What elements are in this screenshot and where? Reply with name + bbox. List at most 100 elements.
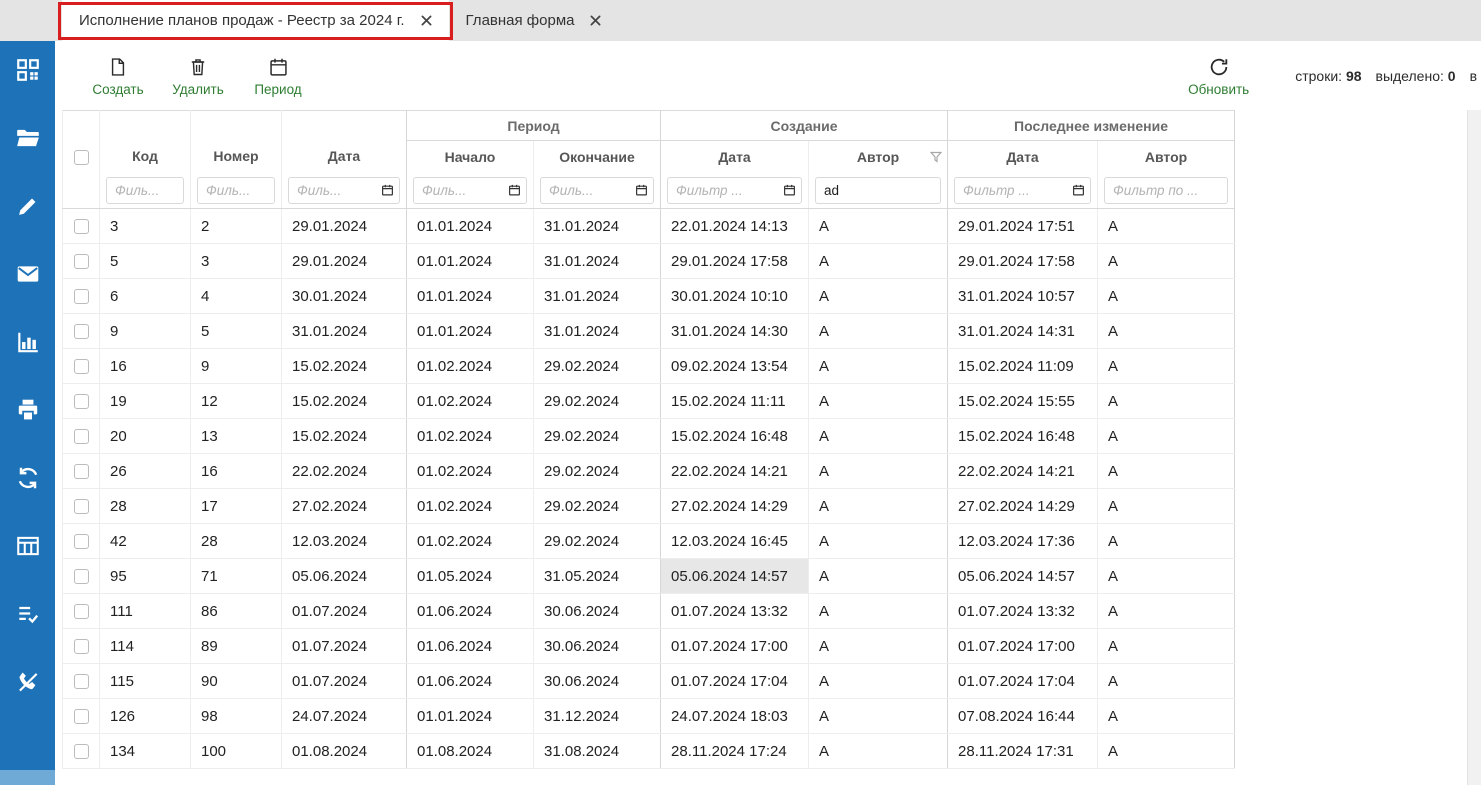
table-cell[interactable]: 29.01.2024 17:51 [948, 209, 1098, 244]
filter-input[interactable] [106, 177, 184, 204]
select-all-checkbox[interactable] [74, 150, 89, 165]
folder-icon[interactable] [15, 125, 41, 151]
table-cell[interactable]: 30.01.2024 10:10 [661, 279, 809, 314]
table-cell[interactable]: 01.07.2024 17:04 [948, 664, 1098, 699]
table-cell[interactable]: 5 [191, 314, 282, 349]
table-row[interactable]: 1159001.07.202401.06.202430.06.202401.07… [63, 664, 1235, 699]
column-header-changed-date[interactable]: Дата [948, 141, 1098, 173]
table-cell[interactable]: 05.06.2024 [282, 559, 407, 594]
table-cell[interactable]: 134 [100, 734, 191, 769]
table-icon[interactable] [15, 533, 41, 559]
table-cell[interactable]: 30.06.2024 [534, 629, 661, 664]
table-cell[interactable]: 12.03.2024 17:36 [948, 524, 1098, 559]
filter-input[interactable] [667, 177, 802, 204]
table-cell[interactable]: 31.01.2024 [534, 209, 661, 244]
table-cell[interactable]: 28.11.2024 17:24 [661, 734, 809, 769]
close-icon[interactable] [421, 15, 432, 26]
table-cell[interactable]: 01.06.2024 [407, 594, 534, 629]
table-cell[interactable]: A [1098, 314, 1235, 349]
table-cell[interactable]: A [809, 664, 948, 699]
table-cell[interactable]: 15.02.2024 15:55 [948, 384, 1098, 419]
table-cell[interactable]: A [1098, 209, 1235, 244]
table-cell[interactable]: 30.06.2024 [534, 664, 661, 699]
table-row[interactable]: 1148901.07.202401.06.202430.06.202401.07… [63, 629, 1235, 664]
column-header-created-date[interactable]: Дата [661, 141, 809, 173]
table-cell[interactable]: A [809, 734, 948, 769]
column-header-created-author[interactable]: Автор [809, 141, 948, 173]
table-cell[interactable]: 22.01.2024 14:13 [661, 209, 809, 244]
table-cell[interactable]: A [1098, 244, 1235, 279]
tab-main-form[interactable]: Главная форма [449, 0, 619, 41]
create-button[interactable]: Создать [91, 55, 145, 97]
calendar-icon[interactable] [783, 184, 796, 197]
table-cell[interactable]: A [1098, 524, 1235, 559]
table-cell[interactable]: 31.01.2024 [534, 244, 661, 279]
row-checkbox[interactable] [74, 359, 89, 374]
mail-icon[interactable] [15, 261, 41, 287]
table-row[interactable]: 6430.01.202401.01.202431.01.202430.01.20… [63, 279, 1235, 314]
row-checkbox[interactable] [74, 394, 89, 409]
calendar-icon[interactable] [508, 184, 521, 197]
table-cell[interactable]: A [1098, 559, 1235, 594]
table-cell[interactable]: 31.01.2024 14:31 [948, 314, 1098, 349]
table-cell[interactable]: 12.03.2024 [282, 524, 407, 559]
table-cell[interactable]: A [1098, 384, 1235, 419]
column-header-code[interactable]: Код [100, 111, 191, 173]
table-cell[interactable]: 31.01.2024 [534, 314, 661, 349]
table-cell[interactable]: 01.05.2024 [407, 559, 534, 594]
table-cell[interactable]: A [1098, 594, 1235, 629]
table-cell[interactable]: 3 [191, 244, 282, 279]
table-cell[interactable]: 42 [100, 524, 191, 559]
table-cell[interactable]: 29.02.2024 [534, 419, 661, 454]
phone-off-icon[interactable] [15, 669, 41, 695]
table-cell[interactable]: 95 [100, 559, 191, 594]
table-cell[interactable]: 22.02.2024 14:21 [948, 454, 1098, 489]
table-cell[interactable]: A [809, 454, 948, 489]
row-checkbox[interactable] [74, 289, 89, 304]
filter-input[interactable] [954, 177, 1091, 204]
close-icon[interactable] [590, 15, 601, 26]
table-cell[interactable]: 15.02.2024 [282, 384, 407, 419]
row-checkbox[interactable] [74, 429, 89, 444]
table-row[interactable]: 957105.06.202401.05.202431.05.202405.06.… [63, 559, 1235, 594]
filter-input[interactable] [815, 177, 941, 204]
column-header-date[interactable]: Дата [282, 111, 407, 173]
table-cell[interactable]: 01.08.2024 [282, 734, 407, 769]
column-header-changed-author[interactable]: Автор [1098, 141, 1235, 173]
table-row[interactable]: 201315.02.202401.02.202429.02.202415.02.… [63, 419, 1235, 454]
table-cell[interactable]: 30.01.2024 [282, 279, 407, 314]
table-cell[interactable]: A [1098, 349, 1235, 384]
table-cell[interactable]: 26 [100, 454, 191, 489]
table-cell[interactable]: 01.07.2024 [282, 629, 407, 664]
table-row[interactable]: 1269824.07.202401.01.202431.12.202424.07… [63, 699, 1235, 734]
table-cell[interactable]: 01.07.2024 17:00 [661, 629, 809, 664]
table-cell[interactable]: 86 [191, 594, 282, 629]
table-cell[interactable]: A [809, 209, 948, 244]
row-checkbox[interactable] [74, 499, 89, 514]
table-row[interactable]: 261622.02.202401.02.202429.02.202422.02.… [63, 454, 1235, 489]
table-cell[interactable]: 01.07.2024 [282, 594, 407, 629]
table-cell[interactable]: 01.01.2024 [407, 279, 534, 314]
table-row[interactable]: 5329.01.202401.01.202431.01.202429.01.20… [63, 244, 1235, 279]
table-cell[interactable]: 30.06.2024 [534, 594, 661, 629]
table-cell[interactable]: A [1098, 699, 1235, 734]
table-cell[interactable]: 90 [191, 664, 282, 699]
calendar-icon[interactable] [381, 184, 394, 197]
table-cell[interactable]: 01.08.2024 [407, 734, 534, 769]
filter-funnel-icon[interactable] [930, 151, 942, 162]
table-cell[interactable]: 12 [191, 384, 282, 419]
table-cell[interactable]: 15.02.2024 16:48 [948, 419, 1098, 454]
table-cell[interactable]: A [809, 699, 948, 734]
tab-sales-plan-register[interactable]: Исполнение планов продаж - Реестр за 202… [62, 0, 449, 41]
table-cell[interactable]: 111 [100, 594, 191, 629]
table-cell[interactable]: 01.07.2024 17:00 [948, 629, 1098, 664]
bar-chart-icon[interactable] [15, 329, 41, 355]
table-cell[interactable]: 05.06.2024 14:57 [948, 559, 1098, 594]
table-cell[interactable]: A [809, 524, 948, 559]
table-cell[interactable]: A [1098, 629, 1235, 664]
table-cell[interactable]: 114 [100, 629, 191, 664]
calendar-icon[interactable] [1072, 184, 1085, 197]
table-cell[interactable]: A [1098, 734, 1235, 769]
row-checkbox[interactable] [74, 534, 89, 549]
table-cell[interactable]: 126 [100, 699, 191, 734]
